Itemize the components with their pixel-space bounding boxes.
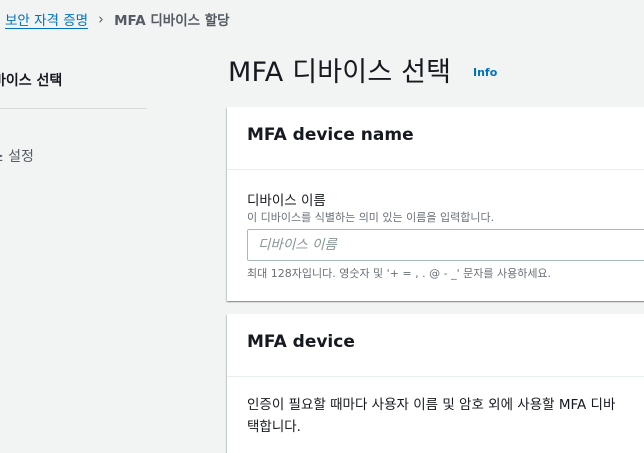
page: 보안 자격 증명 › MFA 디바이스 할당 바이스 선택 ≥ 설정 MFA 디… xyxy=(0,0,644,453)
device-name-input[interactable] xyxy=(247,229,644,261)
description-line: 인증이 필요할 때마다 사용자 이름 및 암호 외에 사용할 MFA 디바 xyxy=(247,397,616,413)
nav-divider xyxy=(0,108,147,109)
info-link[interactable]: Info xyxy=(473,66,497,79)
description-line: 택합니다. xyxy=(247,419,301,435)
mfa-device-description: 인증이 필요할 때마다 사용자 이름 및 암호 외에 사용할 MFA 디바 택합… xyxy=(247,394,644,438)
chevron-right-icon: › xyxy=(98,10,104,28)
wizard-step-select-device[interactable]: 바이스 선택 xyxy=(0,70,62,90)
panel-header: MFA device xyxy=(227,314,644,377)
breadcrumb-current: MFA 디바이스 할당 xyxy=(114,13,230,29)
device-name-description: 이 디바이스를 식별하는 의미 있는 이름을 입력합니다. xyxy=(247,211,495,224)
panel-title: MFA device xyxy=(247,332,355,352)
device-name-constraint: 최대 128자입니다. 영숫자 및 '+ = , . @ - _' 문자를 사용… xyxy=(247,267,552,280)
mfa-device-name-panel: MFA device name 디바이스 이름 이 디바이스를 식별하는 의미 … xyxy=(227,107,644,301)
mfa-device-panel: MFA device 인증이 필요할 때마다 사용자 이름 및 암호 외에 사용… xyxy=(227,314,644,453)
device-name-label: 디바이스 이름 xyxy=(247,193,326,209)
panel-title: MFA device name xyxy=(247,125,414,145)
page-title: MFA 디바이스 선택 xyxy=(228,57,452,88)
wizard-step-setup[interactable]: ≥ 설정 xyxy=(0,146,34,166)
breadcrumb-security-credentials-link[interactable]: 보안 자격 증명 xyxy=(5,9,88,29)
breadcrumb: 보안 자격 증명 › MFA 디바이스 할당 xyxy=(0,8,230,30)
panel-header: MFA device name xyxy=(227,107,644,170)
